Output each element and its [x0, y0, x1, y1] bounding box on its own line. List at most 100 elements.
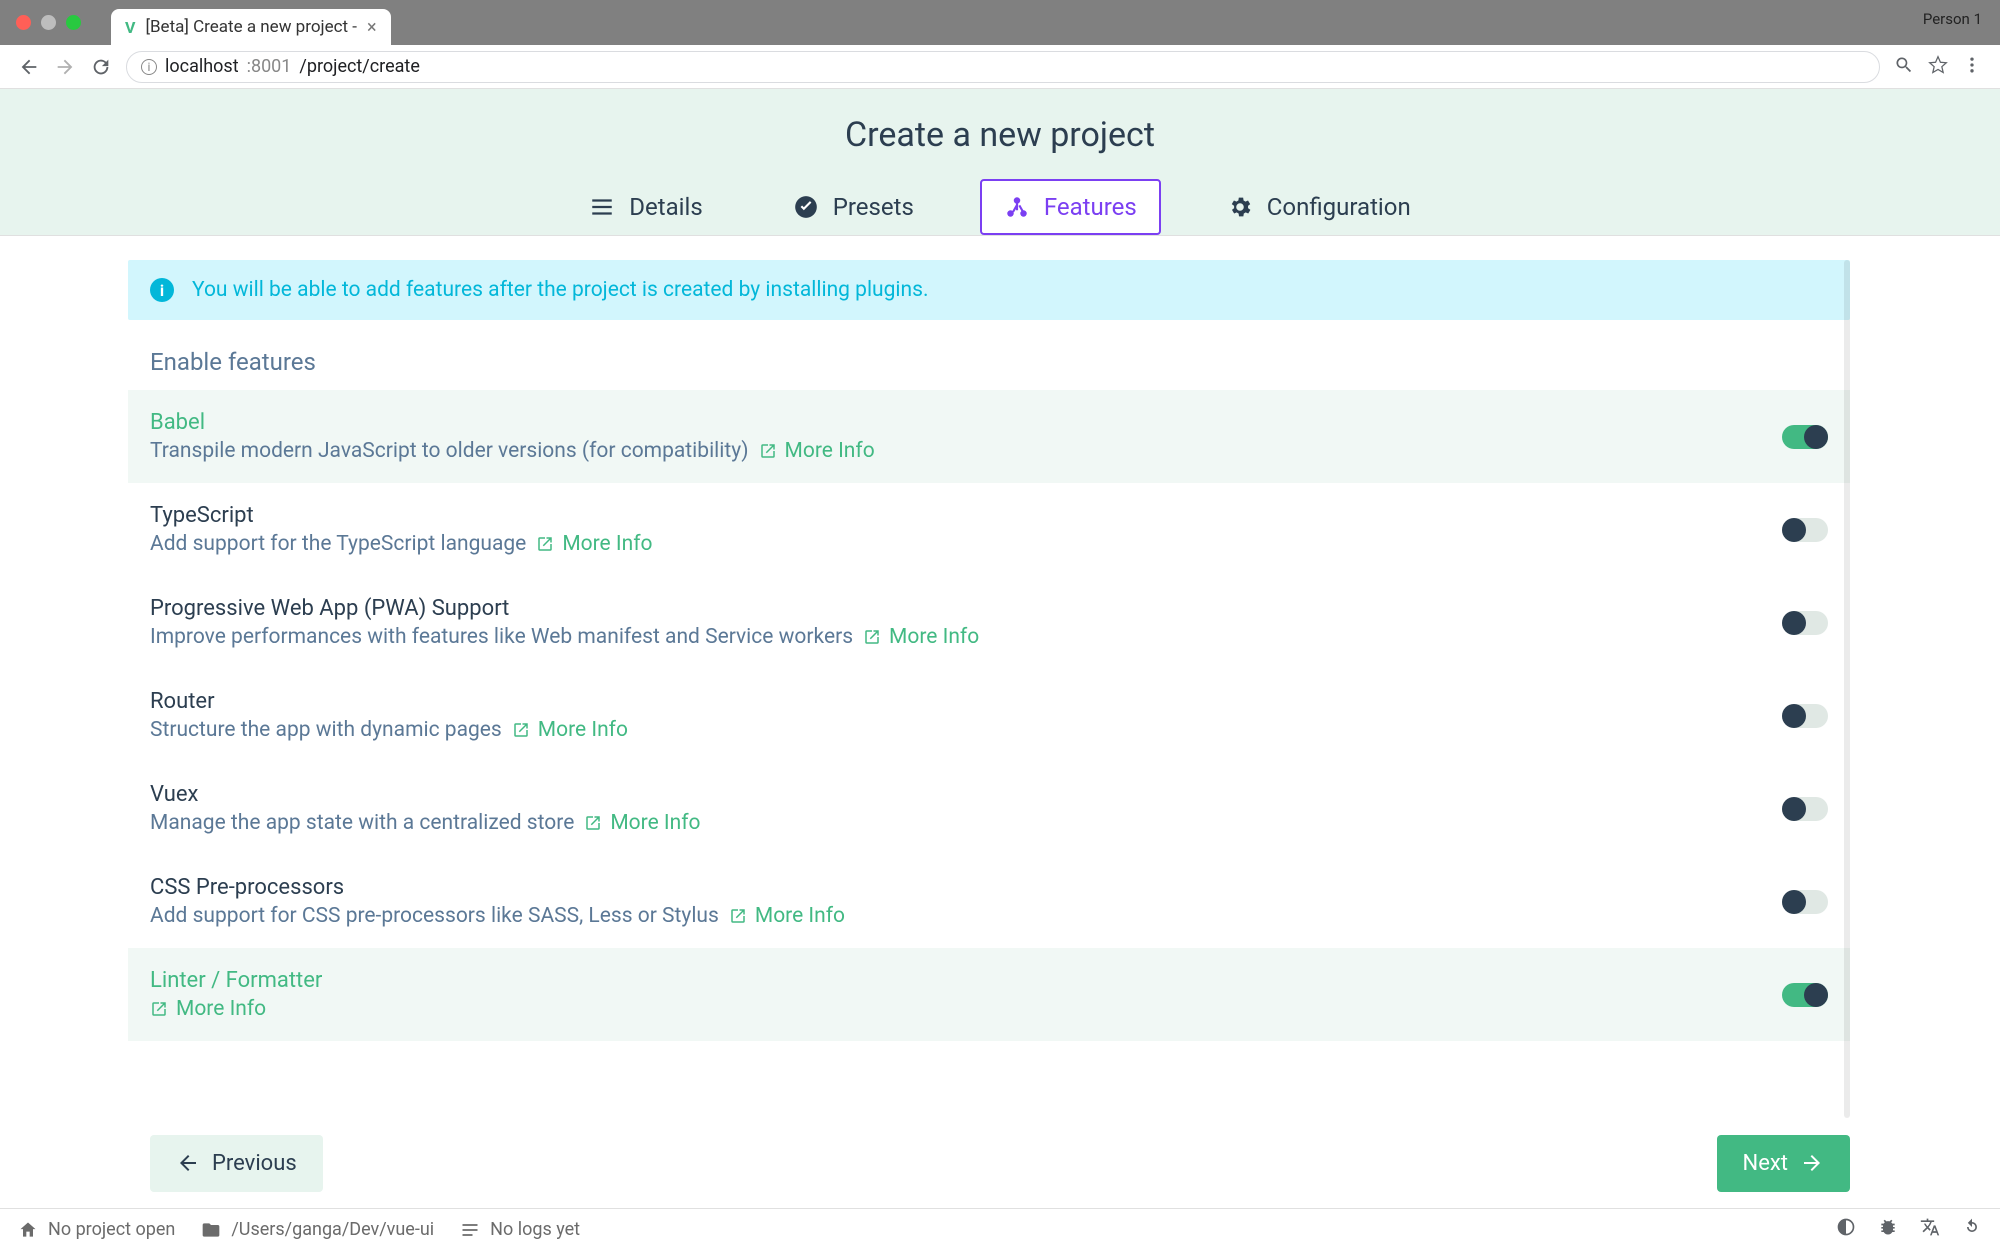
status-logs-text: No logs yet [490, 1219, 580, 1240]
url-path: /project/create [299, 56, 419, 77]
feature-body: Router Structure the app with dynamic pag… [150, 689, 1782, 742]
minimize-window-icon[interactable] [41, 15, 56, 30]
feature-body: Progressive Web App (PWA) Support Improve… [150, 596, 1782, 649]
feature-toggle[interactable] [1782, 797, 1828, 821]
feature-title: Router [150, 689, 1782, 714]
status-folder[interactable]: /Users/ganga/Dev/vue-ui [201, 1219, 434, 1240]
footer-bar: Previous Next [0, 1118, 2000, 1208]
feature-description: Improve performances with features like … [150, 625, 1782, 649]
step-details[interactable]: Details [565, 179, 726, 235]
profile-name[interactable]: Person 1 [1923, 10, 1982, 28]
zoom-icon[interactable] [1894, 55, 1914, 79]
bug-icon[interactable] [1878, 1217, 1898, 1242]
external-link-icon [150, 1000, 168, 1018]
url-host: localhost [165, 56, 239, 77]
feature-description: Structure the app with dynamic pagesMore… [150, 718, 1782, 742]
external-link-icon [863, 628, 881, 646]
feature-description: More Info [150, 997, 1782, 1021]
previous-label: Previous [212, 1151, 297, 1176]
feature-row: TypeScript Add support for the TypeScript… [128, 483, 1850, 576]
page-title: Create a new project [0, 115, 2000, 155]
status-logs[interactable]: No logs yet [460, 1219, 580, 1240]
forward-icon[interactable] [54, 56, 76, 78]
step-label: Details [629, 193, 702, 221]
feature-body: TypeScript Add support for the TypeScript… [150, 503, 1782, 556]
toggle-knob [1782, 797, 1806, 821]
feature-title: Progressive Web App (PWA) Support [150, 596, 1782, 621]
back-icon[interactable] [18, 56, 40, 78]
status-project[interactable]: No project open [18, 1219, 175, 1240]
feature-title: Babel [150, 410, 1782, 435]
feature-list: Babel Transpile modern JavaScript to olde… [128, 390, 1850, 1041]
step-configuration[interactable]: Configuration [1203, 179, 1435, 235]
previous-button[interactable]: Previous [150, 1135, 323, 1192]
toggle-knob [1782, 611, 1806, 635]
star-icon[interactable] [1928, 55, 1948, 79]
feature-row: Progressive Web App (PWA) Support Improve… [128, 576, 1850, 669]
feature-row: Linter / FormatterMore Info [128, 948, 1850, 1041]
feature-toggle[interactable] [1782, 704, 1828, 728]
feature-toggle[interactable] [1782, 425, 1828, 449]
close-tab-icon[interactable]: × [367, 17, 377, 38]
feature-description: Manage the app state with a centralized … [150, 811, 1782, 835]
external-link-icon [759, 442, 777, 460]
more-info-link[interactable]: More Info [150, 997, 266, 1021]
feature-row: Babel Transpile modern JavaScript to olde… [128, 390, 1850, 483]
more-info-link[interactable]: More Info [729, 904, 845, 928]
feature-toggle[interactable] [1782, 890, 1828, 914]
feature-toggle[interactable] [1782, 518, 1828, 542]
feature-row: VuexManage the app state with a centrali… [128, 762, 1850, 855]
translate-icon[interactable] [1920, 1217, 1940, 1242]
feature-toggle[interactable] [1782, 611, 1828, 635]
app-header: Create a new project Details Presets Fea… [0, 89, 2000, 236]
more-info-link[interactable]: More Info [512, 718, 628, 742]
status-project-text: No project open [48, 1219, 175, 1240]
url-port: :8001 [247, 56, 292, 77]
feature-title: CSS Pre-processors [150, 875, 1782, 900]
main-content: i You will be able to add features after… [0, 236, 2000, 1208]
external-link-icon [536, 535, 554, 553]
feature-title: TypeScript [150, 503, 1782, 528]
next-button[interactable]: Next [1717, 1135, 1850, 1192]
refresh-icon[interactable] [1962, 1217, 1982, 1242]
contrast-icon[interactable] [1836, 1217, 1856, 1242]
feature-toggle[interactable] [1782, 983, 1828, 1007]
toggle-knob [1782, 704, 1806, 728]
address-bar[interactable]: i localhost :8001/project/create [126, 51, 1880, 83]
close-window-icon[interactable] [16, 15, 31, 30]
feature-row: CSS Pre-processors Add support for CSS pr… [128, 855, 1850, 948]
kebab-menu-icon[interactable] [1962, 55, 1982, 79]
tab-title: [Beta] Create a new project - [145, 17, 357, 37]
feature-description: Add support for CSS pre-processors like … [150, 904, 1782, 928]
reload-icon[interactable] [90, 56, 112, 78]
browser-tab[interactable]: V [Beta] Create a new project - × [111, 9, 391, 45]
more-info-link[interactable]: More Info [536, 532, 652, 556]
toggle-knob [1782, 890, 1806, 914]
vue-favicon: V [125, 18, 135, 37]
more-info-link[interactable]: More Info [584, 811, 700, 835]
status-folder-text: /Users/ganga/Dev/vue-ui [231, 1219, 434, 1240]
feature-row: Router Structure the app with dynamic pag… [128, 669, 1850, 762]
step-label: Features [1044, 193, 1137, 221]
step-presets[interactable]: Presets [769, 179, 938, 235]
step-label: Presets [833, 193, 914, 221]
window-titlebar: V [Beta] Create a new project - × Person… [0, 0, 2000, 45]
traffic-lights [0, 15, 81, 30]
toolbar-actions [1894, 55, 1982, 79]
feature-description: Add support for the TypeScript languageM… [150, 532, 1782, 556]
section-title: Enable features [150, 348, 1850, 376]
feature-body: Babel Transpile modern JavaScript to olde… [150, 410, 1782, 463]
more-info-link[interactable]: More Info [863, 625, 979, 649]
info-lock-icon: i [141, 59, 157, 75]
feature-description: Transpile modern JavaScript to older ver… [150, 439, 1782, 463]
scrollbar-track[interactable] [1844, 260, 1850, 1118]
toggle-knob [1804, 983, 1828, 1007]
maximize-window-icon[interactable] [66, 15, 81, 30]
more-info-link[interactable]: More Info [759, 439, 875, 463]
feature-body: Linter / FormatterMore Info [150, 968, 1782, 1021]
browser-toolbar: i localhost :8001/project/create [0, 45, 2000, 89]
toggle-knob [1782, 518, 1806, 542]
step-features[interactable]: Features [980, 179, 1161, 235]
toggle-knob [1804, 425, 1828, 449]
scroll-area[interactable]: i You will be able to add features after… [0, 236, 2000, 1118]
